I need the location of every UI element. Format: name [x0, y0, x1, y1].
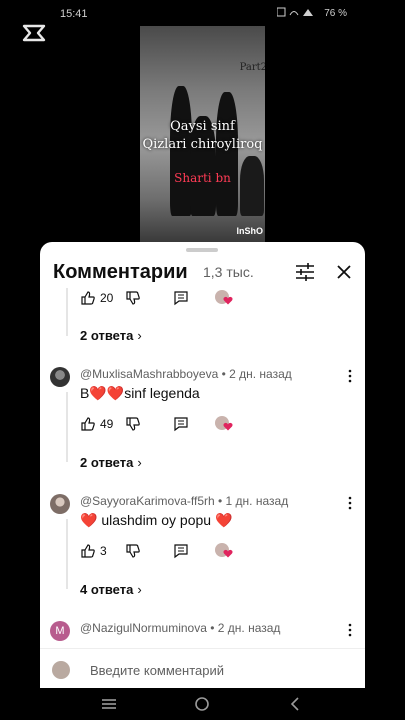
- comment-actions: 49: [80, 414, 233, 434]
- heart-icon: [223, 422, 233, 431]
- drag-handle[interactable]: [186, 248, 218, 252]
- replies-toggle[interactable]: 2 ответа ›: [80, 455, 142, 470]
- thread-line: [66, 288, 68, 336]
- close-icon[interactable]: [333, 261, 355, 283]
- reply-icon[interactable]: [173, 543, 189, 559]
- filter-icon[interactable]: [294, 261, 316, 283]
- like-count: 49: [100, 417, 114, 431]
- signal-icon: [277, 7, 313, 17]
- more-options-icon[interactable]: [347, 623, 353, 637]
- capcut-logo-icon: [22, 24, 46, 42]
- like-count: 3: [100, 544, 107, 558]
- like-count: 20: [100, 291, 114, 305]
- like-icon[interactable]: [80, 543, 96, 559]
- home-icon[interactable]: [193, 696, 211, 712]
- dislike-icon[interactable]: [125, 290, 141, 306]
- more-options-icon[interactable]: [347, 496, 353, 510]
- recent-apps-icon[interactable]: [100, 696, 118, 712]
- replies-label: 4 ответа: [80, 582, 134, 597]
- system-nav-bar: [0, 688, 405, 720]
- video-part-label: Part2: [239, 62, 265, 73]
- user-avatar: [52, 661, 70, 679]
- comment-item: M @NazigulNormuminova • 2 дн. назад: [50, 621, 355, 645]
- video-overlay-red: Sharti bn: [174, 171, 231, 185]
- comment-text: ❤️ ulashdim oy popu ❤️: [80, 512, 233, 528]
- battery-level: 76 %: [324, 8, 347, 19]
- video-overlay-line2: Qizlari chiroyliroq: [142, 137, 263, 152]
- creator-heart-badge: [215, 290, 233, 306]
- comment-input-placeholder[interactable]: Введите комментарий: [90, 663, 224, 678]
- like-icon[interactable]: [80, 416, 96, 432]
- replies-toggle[interactable]: 4 ответа ›: [80, 582, 142, 597]
- comment-author[interactable]: @MuxlisaMashrabboyeva • 2 дн. назад: [80, 367, 292, 381]
- creator-heart-badge: [214, 543, 233, 559]
- comment-author[interactable]: @NazigulNormuminova • 2 дн. назад: [80, 621, 280, 635]
- reply-icon[interactable]: [173, 290, 189, 306]
- heart-icon: [223, 549, 233, 558]
- replies-label: 2 ответа: [80, 328, 134, 343]
- comment-text: B❤️❤️sinf legenda: [80, 385, 200, 401]
- avatar[interactable]: [50, 494, 70, 514]
- comment-actions: 20: [80, 288, 233, 308]
- status-icons: [277, 7, 317, 17]
- comment-actions: 3: [80, 541, 233, 561]
- avatar[interactable]: M: [50, 621, 70, 641]
- status-time: 15:41: [60, 8, 88, 20]
- comments-sheet: Комментарии 1,3 тыс. 20 2 ответа › @Muxli…: [40, 242, 365, 688]
- comment-author[interactable]: @SayyoraKarimova-ff5rh • 1 дн. назад: [80, 494, 288, 508]
- more-options-icon[interactable]: [347, 369, 353, 383]
- comment-input-bar[interactable]: Введите комментарий: [40, 648, 365, 688]
- comments-title: Комментарии: [53, 261, 188, 283]
- status-bar: 15:41 76 %: [0, 0, 405, 26]
- dislike-icon[interactable]: [125, 543, 141, 559]
- creator-heart-badge: [215, 416, 233, 432]
- comments-count: 1,3 тыс.: [203, 264, 254, 280]
- avatar[interactable]: [50, 367, 70, 387]
- heart-icon: [223, 296, 233, 305]
- replies-label: 2 ответа: [80, 455, 134, 470]
- replies-toggle[interactable]: 2 ответа ›: [80, 328, 142, 343]
- video-watermark: InShO: [236, 226, 264, 236]
- like-icon[interactable]: [80, 290, 96, 306]
- dislike-icon[interactable]: [125, 416, 141, 432]
- reply-icon[interactable]: [173, 416, 189, 432]
- video-overlay-line1: Qaysi sinf: [170, 119, 235, 134]
- video-preview[interactable]: Part2 Qaysi sinf Qizlari chiroyliroq Sha…: [140, 26, 265, 242]
- back-icon[interactable]: [286, 696, 304, 712]
